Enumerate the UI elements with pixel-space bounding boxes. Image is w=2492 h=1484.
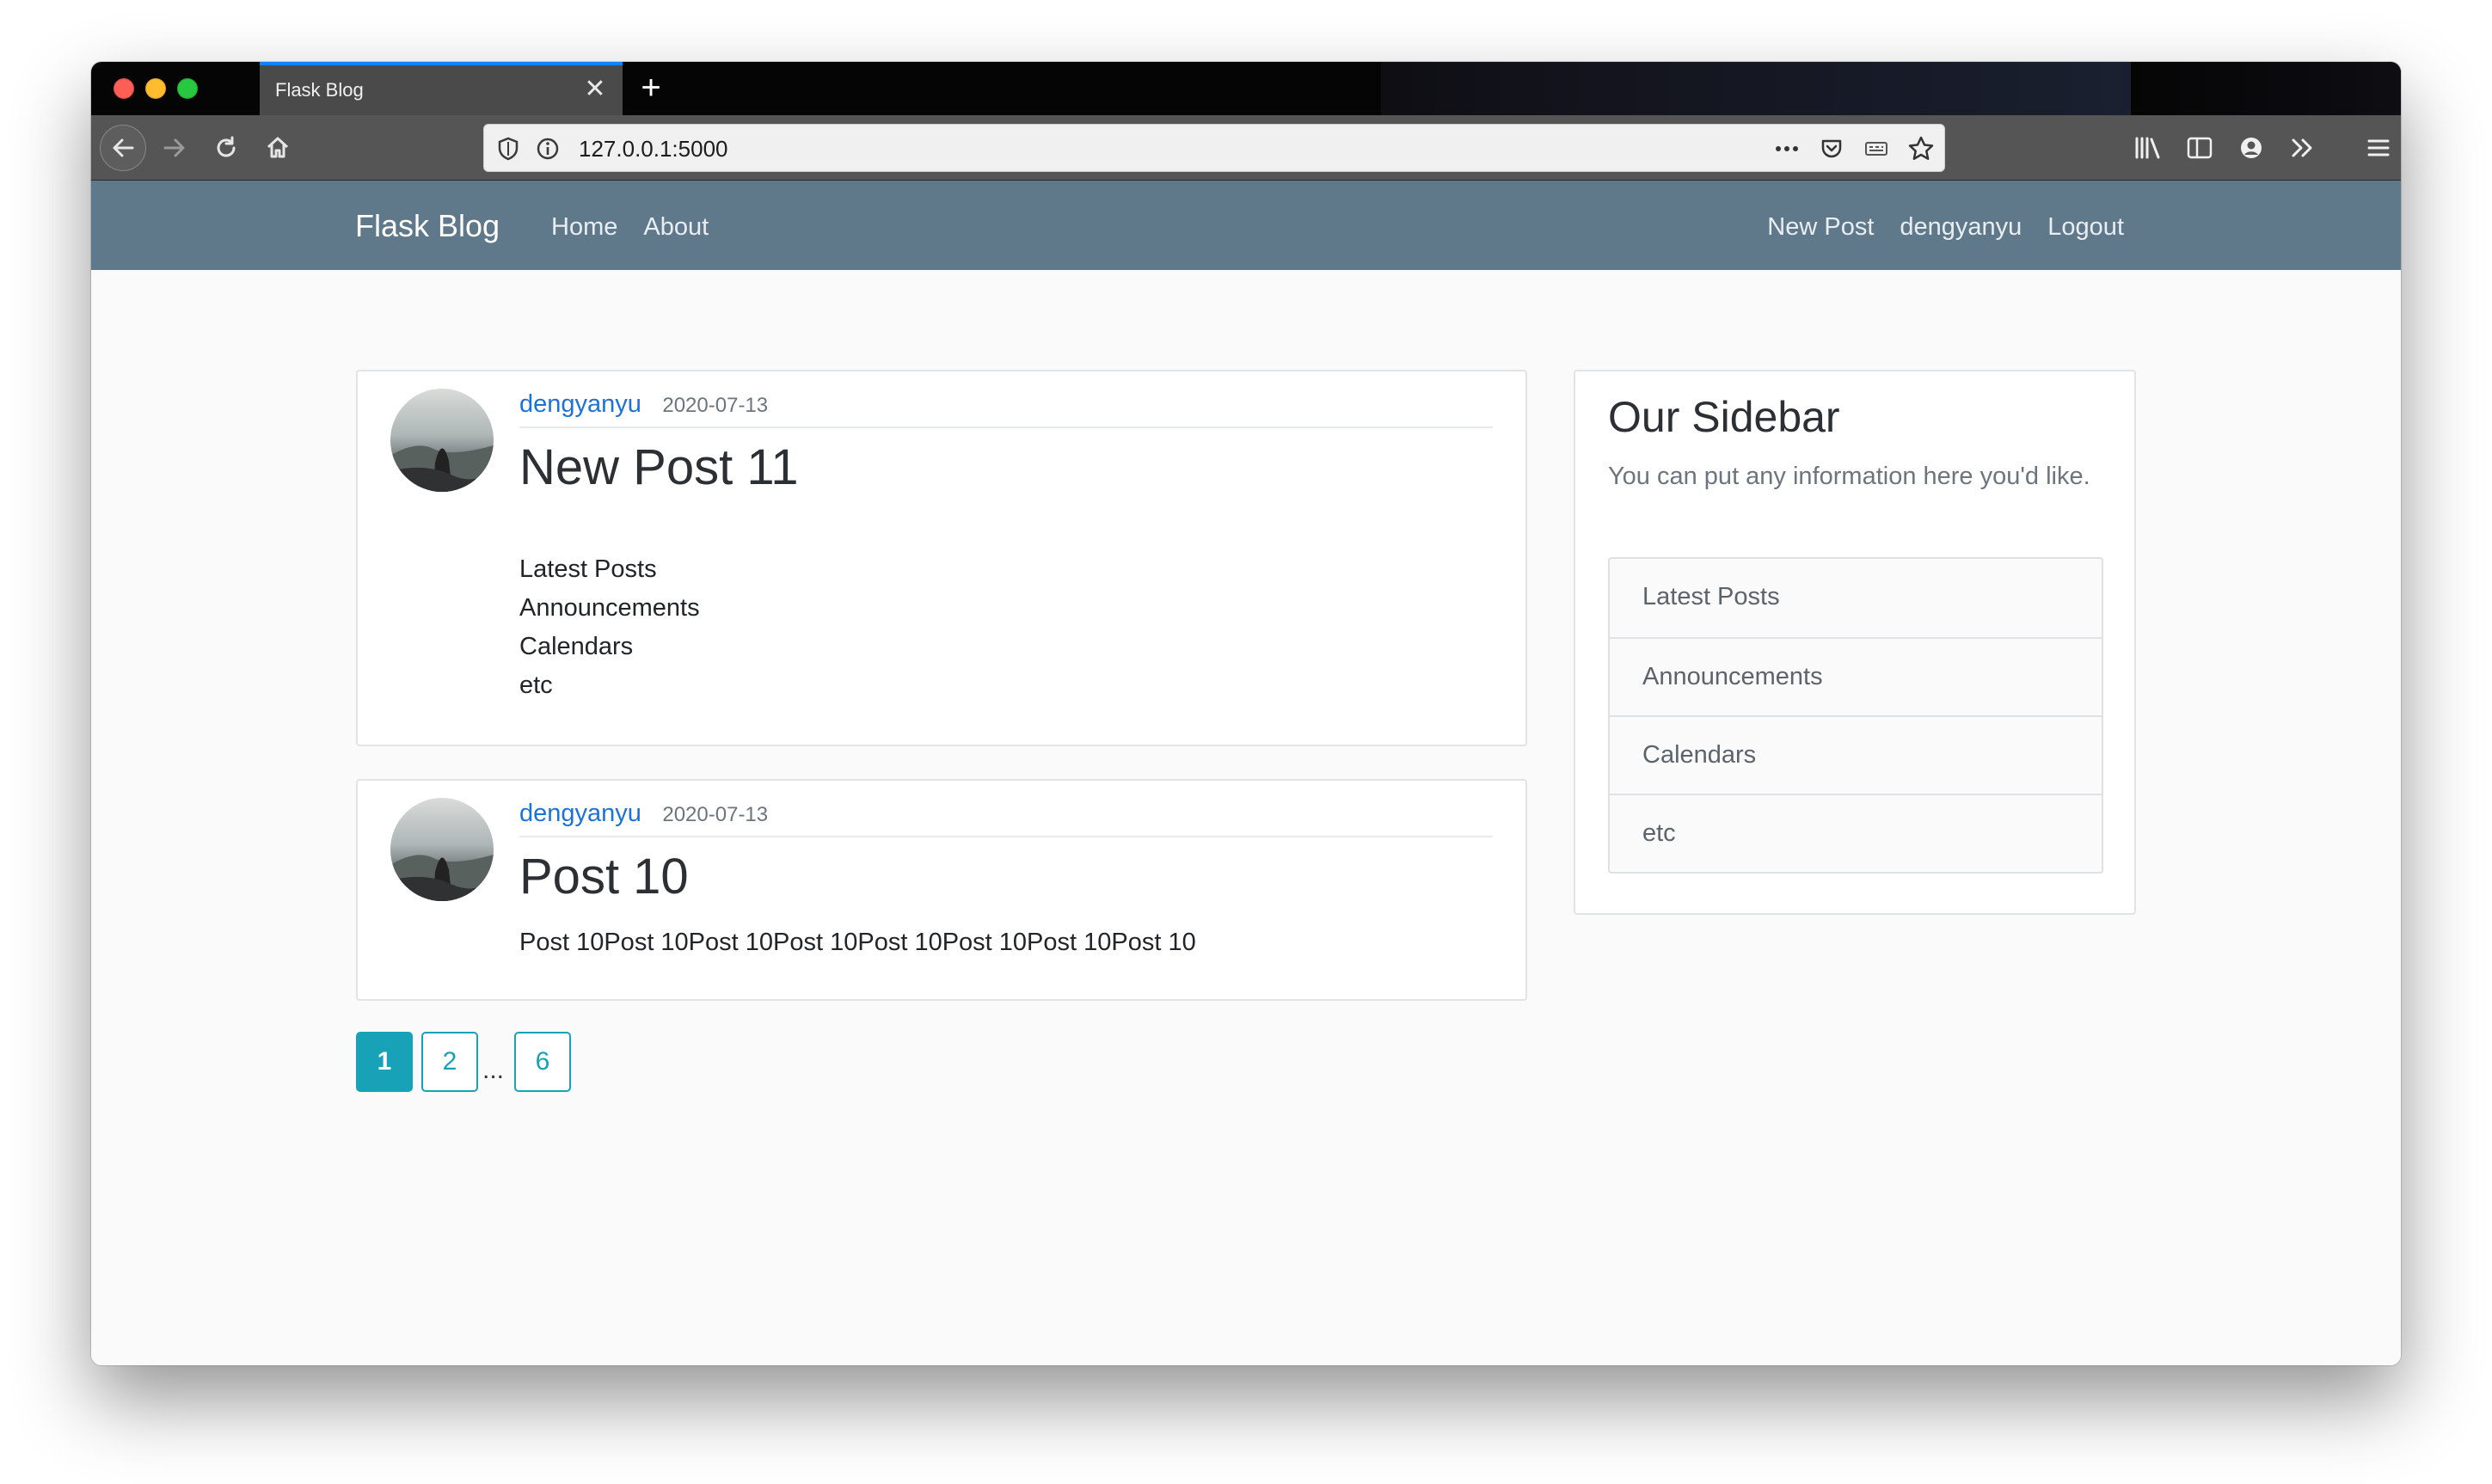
browser-theme-art: [1381, 62, 2401, 115]
hamburger-menu-icon[interactable]: [2360, 129, 2397, 167]
post-meta: dengyanyu 2020-07-13: [519, 800, 1493, 837]
post-date: 2020-07-13: [662, 394, 769, 417]
sidebar-item-calendars[interactable]: Calendars: [1610, 715, 2102, 794]
reader-view-icon[interactable]: [1862, 134, 1891, 163]
browser-window: Flask Blog ✕ + 127.0.0.1:5000 Flask Blog…: [91, 62, 2401, 1365]
page-6-button[interactable]: 6: [514, 1032, 571, 1092]
back-arrow-icon[interactable]: [100, 125, 146, 171]
navigation-toolbar: 127.0.0.1:5000: [91, 115, 2401, 181]
bookmark-star-icon[interactable]: [1906, 134, 1936, 163]
post-content-line: Post 10Post 10Post 10Post 10Post 10Post …: [519, 929, 1196, 956]
nav-left: Home About: [551, 213, 709, 242]
desktop-background: Flask Blog ✕ + 127.0.0.1:5000 Flask Blog…: [0, 0, 2492, 1484]
address-bar[interactable]: 127.0.0.1:5000: [483, 124, 1945, 172]
nav-home-link[interactable]: Home: [551, 213, 617, 242]
nav-new-post-link[interactable]: New Post: [1767, 213, 1874, 242]
post-title-link[interactable]: Post 10: [519, 848, 689, 905]
maximize-window-button[interactable]: [177, 78, 198, 99]
post-content: Latest Posts Announcements Calendars etc: [519, 550, 700, 705]
tab-flask-blog[interactable]: Flask Blog ✕: [260, 62, 623, 115]
home-icon[interactable]: [255, 125, 301, 171]
close-icon[interactable]: ✕: [580, 74, 611, 105]
post-meta: dengyanyu 2020-07-13: [519, 390, 1493, 428]
post-card: dengyanyu 2020-07-13 New Post 11 Latest …: [356, 370, 1527, 746]
overflow-chevron-icon[interactable]: [2284, 129, 2322, 167]
avatar: [390, 798, 494, 901]
post-content-line: Calendars: [519, 633, 634, 660]
sidebar-description: You can put any information here you'd l…: [1608, 463, 2090, 490]
more-actions-icon[interactable]: [1772, 134, 1801, 163]
tab-title: Flask Blog: [275, 79, 364, 101]
sidebar-item-announcements[interactable]: Announcements: [1610, 637, 2102, 715]
tab-strip: Flask Blog ✕ +: [91, 62, 2401, 115]
post-author-link[interactable]: dengyanyu: [519, 390, 641, 418]
sidebar-title: Our Sidebar: [1608, 393, 1840, 441]
post-card: dengyanyu 2020-07-13 Post 10 Post 10Post…: [356, 779, 1527, 1001]
sidebar-toggle-icon[interactable]: [2181, 129, 2219, 167]
close-window-button[interactable]: [114, 78, 134, 99]
plus-icon[interactable]: +: [633, 71, 669, 107]
account-icon[interactable]: [2232, 129, 2270, 167]
post-title-link[interactable]: New Post 11: [519, 438, 799, 496]
browser-tools: [2129, 125, 2397, 171]
web-page: Flask Blog Home About New Post dengyanyu…: [91, 181, 2401, 1365]
post-author-link[interactable]: dengyanyu: [519, 800, 641, 827]
library-icon[interactable]: [2129, 129, 2167, 167]
pagination-ellipsis: ...: [482, 1056, 505, 1084]
page-1-button[interactable]: 1: [356, 1032, 413, 1092]
post-content-line: Announcements: [519, 594, 700, 622]
sidebar: Our Sidebar You can put any information …: [1574, 370, 2136, 915]
sidebar-item-latest-posts[interactable]: Latest Posts: [1610, 559, 2102, 637]
page-2-button[interactable]: 2: [421, 1032, 478, 1092]
pocket-icon[interactable]: [1817, 134, 1846, 163]
nav-about-link[interactable]: About: [643, 213, 709, 242]
sidebar-item-etc[interactable]: etc: [1610, 794, 2102, 872]
post-content: Post 10Post 10Post 10Post 10Post 10Post …: [519, 923, 1196, 962]
forward-arrow-icon[interactable]: [151, 125, 198, 171]
nav-right: New Post dengyanyu Logout: [1767, 213, 2124, 242]
minimize-window-button[interactable]: [145, 78, 166, 99]
brand-link[interactable]: Flask Blog: [355, 208, 500, 244]
site-navbar: Flask Blog Home About New Post dengyanyu…: [91, 181, 2401, 270]
reload-icon[interactable]: [203, 125, 249, 171]
post-content-line: Latest Posts: [519, 555, 657, 583]
post-date: 2020-07-13: [662, 803, 769, 826]
nav-logout-link[interactable]: Logout: [2047, 213, 2124, 242]
nav-account-link[interactable]: dengyanyu: [1900, 213, 2022, 242]
post-content-line: etc: [519, 671, 553, 699]
avatar: [390, 389, 494, 492]
url-text: 127.0.0.1:5000: [579, 136, 728, 162]
tracking-shield-icon[interactable]: [494, 135, 522, 163]
sidebar-list: Latest Posts Announcements Calendars etc: [1608, 557, 2103, 874]
address-bar-actions: [1772, 133, 1936, 164]
site-info-icon[interactable]: [534, 135, 562, 163]
